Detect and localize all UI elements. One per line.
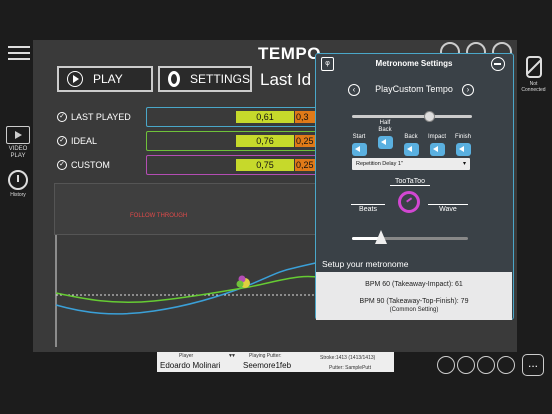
preset-bpm-90[interactable]: BPM 90 (Takeaway-Top-Finish): 79 [316,298,512,305]
previous-stroke-button[interactable] [457,356,475,374]
repetition-delay-value: Repetition Delay 1" [356,161,403,167]
setup-presets: BPM 60 (Takeaway-Impact): 61 BPM 90 (Tak… [316,272,512,320]
row-value-b: 0,25 [295,135,315,147]
sound-label: Back [378,127,392,133]
repetition-delay-select[interactable]: Repetition Delay 1" ▾ [352,158,470,170]
sound-label: Half [379,120,391,126]
speaker-icon [377,136,393,149]
setup-title: Setup your metronome [322,259,409,269]
app-window: VIDEO PLAY History TEMPO PLAY SETTINGS L… [0,0,552,414]
play-button[interactable]: PLAY [57,66,153,92]
play-icon [67,71,83,87]
sound-impact[interactable]: Impact [426,127,448,156]
row-custom-label[interactable]: ✓ CUSTOM [57,160,110,170]
speaker-icon [455,143,471,156]
close-icon[interactable] [491,57,505,71]
row-value-a: 0,75 [236,159,294,171]
speaker-icon [351,143,367,156]
row-ideal-label[interactable]: ✓ IDEAL [57,136,97,146]
last-stroke-button[interactable] [497,356,515,374]
row-label-text: LAST PLAYED [71,112,131,122]
preset-note: (Common Setting) [389,307,439,313]
stroke-count: Stroke:1413 (1413/1413) [320,355,376,361]
tempo-name: PlayCustom Tempo [375,84,453,94]
settings-label: SETTINGS [189,72,250,86]
player-name[interactable]: Edoardo Molinari [160,361,220,370]
check-icon: ✓ [57,160,67,170]
metronome-icon[interactable] [375,230,387,244]
unplugged-icon [525,56,542,78]
video-play-button[interactable]: VIDEO PLAY [4,126,32,160]
follow-through-label: FOLLOW THROUGH [130,213,188,219]
row-value-b: 0,25 [295,159,315,171]
first-stroke-button[interactable] [437,356,455,374]
row-label-text: CUSTOM [71,160,110,170]
film-icon [6,126,30,144]
connection-status[interactable]: Not Connected [517,56,550,93]
mode-dial[interactable] [398,191,420,213]
putter-model: Putter: SamplePutt [329,365,371,371]
sound-half-back[interactable]: Half Back [374,120,396,149]
settings-icon [168,71,180,87]
putter-label: Playing Putter: [249,353,282,359]
row-value-a: 0,76 [236,135,294,147]
chevron-down-icon: ▾ [462,161,466,167]
sound-back[interactable]: Back [400,127,422,156]
session-subtitle: Last Id [260,70,312,89]
sound-start[interactable]: Start [348,127,370,156]
sound-label: Start [352,134,366,140]
putter-name[interactable]: Seemore1feb [243,361,291,370]
play-label: PLAY [93,72,123,86]
mode-tootatoo[interactable]: TooTaToo [390,178,430,186]
metronome-logo: φ [321,57,334,71]
row-value-b: 0,3 [295,111,315,123]
speaker-icon [403,143,419,156]
history-icon [8,170,28,190]
sound-label: Impact [427,134,446,140]
metronome-settings-popup: Metronome Settings φ ‹ PlayCustom Tempo … [315,53,514,320]
volume-slider-thumb[interactable] [423,111,435,122]
speaker-icon [429,143,445,156]
next-tempo-button[interactable]: › [462,84,474,96]
player-info-bar: Player ▼ Edoardo Molinari Playing Putter… [157,352,394,372]
page-title: TEMPO [258,44,321,63]
history-label: History [10,192,26,198]
putter-dropdown-icon[interactable]: ▼ [231,353,236,359]
preset-bpm-60[interactable]: BPM 60 (Takeaway-Impact): 61 [316,281,512,288]
row-label-text: IDEAL [71,136,98,146]
settings-button[interactable]: SETTINGS [158,66,252,92]
more-button[interactable]: ... [522,354,544,376]
volume-slider[interactable] [352,115,472,118]
row-value-a: 0,61 [236,111,294,123]
menu-icon[interactable] [8,42,30,64]
player-label: Player [179,353,194,359]
check-icon: ✓ [57,112,67,122]
mode-beats[interactable]: Beats [351,204,385,213]
connection-status-label: Not Connected [521,81,546,93]
play-stroke-button[interactable] [477,356,495,374]
sound-label: Back [404,134,418,140]
metronome-title: Metronome Settings [375,59,453,68]
sound-label: Finish [454,134,471,140]
impact-marker-ideal [236,280,244,288]
history-button[interactable]: History [5,170,31,198]
row-last-played-label[interactable]: ✓ LAST PLAYED [57,112,131,122]
mode-wave[interactable]: Wave [428,204,468,213]
sound-finish[interactable]: Finish [452,127,474,156]
video-play-label: VIDEO PLAY [8,146,28,159]
check-icon: ✓ [57,136,67,146]
